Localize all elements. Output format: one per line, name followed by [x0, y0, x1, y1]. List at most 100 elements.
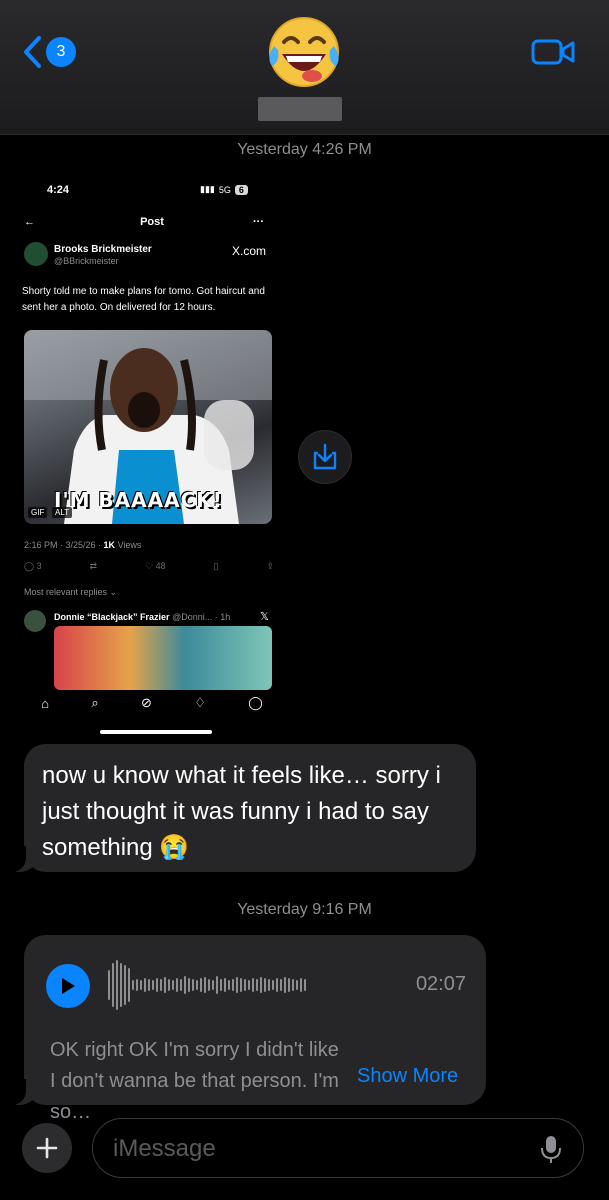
message-icon: ◯: [248, 695, 263, 710]
waveform-bar: [268, 979, 270, 991]
unread-count-badge: 3: [46, 37, 76, 67]
share-icon: ⇪: [266, 561, 274, 571]
waveform-bar: [300, 978, 302, 992]
reply-icon: ◯ 3: [24, 561, 42, 571]
message-input-field[interactable]: [92, 1118, 584, 1178]
waveform-bar: [124, 965, 126, 1005]
waveform-bar: [156, 978, 158, 992]
home-indicator: [100, 730, 212, 734]
replies-header: Most relevant replies ⌄: [24, 587, 118, 597]
show-more-link[interactable]: Show More: [357, 1065, 458, 1088]
waveform-bar: [140, 980, 142, 990]
waveform-bar: [204, 977, 206, 993]
waveform-bar: [272, 980, 274, 990]
video-call-icon[interactable]: [530, 36, 576, 68]
chevron-left-icon: [24, 36, 41, 68]
waveform-bar: [188, 978, 190, 992]
voice-duration: 02:07: [415, 973, 466, 995]
post-actions: ◯ 3 ⇄ ♡ 48 ▯ ⇪: [24, 561, 274, 572]
back-button[interactable]: 3: [22, 32, 82, 72]
search-icon: ⌕: [91, 695, 99, 710]
microphone-icon[interactable]: [539, 1134, 563, 1164]
reply-image: [54, 626, 272, 690]
waveform-bar: [108, 970, 110, 1000]
waveform-bar: [304, 979, 306, 991]
waveform-bar: [252, 978, 254, 992]
contact-avatar[interactable]: [262, 12, 346, 88]
waveform-bar: [176, 978, 178, 992]
waveform-bar: [264, 978, 266, 992]
waveform-bar: [212, 980, 214, 990]
waveform-bar: [160, 979, 162, 991]
message-timestamp: Yesterday 4:26 PM: [237, 141, 372, 158]
author-avatar: [24, 242, 48, 266]
waveform-bar: [224, 978, 226, 992]
save-image-button[interactable]: [298, 430, 352, 484]
incoming-message-bubble[interactable]: now u know what it feels like… sorry i j…: [24, 744, 476, 872]
waveform-bar: [280, 979, 282, 991]
waveform-bar: [284, 977, 286, 993]
play-button[interactable]: [46, 964, 90, 1008]
waveform-bar: [148, 979, 150, 991]
waveform-bar: [152, 980, 154, 990]
alt-tag: ALT: [52, 507, 73, 518]
waveform-bar: [192, 979, 194, 991]
play-icon: [62, 978, 75, 994]
contact-name-redacted[interactable]: [258, 97, 342, 121]
waveform-bar: [132, 980, 134, 990]
waveform-bar: [164, 977, 166, 993]
waveform-bar: [296, 980, 298, 990]
imessage-input[interactable]: [113, 1131, 513, 1167]
battery-icon: 6: [234, 184, 248, 195]
like-icon: ♡ 48: [145, 561, 166, 571]
voice-transcript: OK right OK I'm sorry I didn't like I do…: [50, 1039, 339, 1123]
waveform-bar: [200, 978, 202, 992]
waveform-bar: [168, 979, 170, 991]
home-icon: ⌂: [41, 695, 50, 711]
gif-image: I'M BAAAACK! GIF ALT: [24, 330, 272, 524]
voice-message-bubble: 02:07 OK right OK I'm sorry I didn't lik…: [24, 935, 486, 1123]
waveform-bar: [260, 977, 262, 993]
waveform-bar: [196, 980, 198, 990]
screenshot-attachment[interactable]: 4:24 ▮▮▮ 5G 6 ← Post ··· Brooks Brickmei…: [20, 170, 284, 740]
waveform-bar: [136, 979, 138, 991]
post-nav: ← Post ···: [24, 216, 264, 228]
waveform-bar: [144, 978, 146, 992]
x-tab-bar: ⌂ ⌕ ⊘ ♢ ◯: [20, 690, 284, 716]
waveform-bar: [292, 979, 294, 991]
audio-waveform[interactable]: [108, 957, 408, 1013]
post-author: Brooks Brickmeister @BBrickmeister X.com: [24, 242, 274, 272]
waveform-bar: [216, 976, 218, 994]
waveform-bar: [244, 979, 246, 991]
waveform-bar: [172, 980, 174, 990]
grok-icon: ⊘: [141, 695, 152, 710]
waveform-bar: [256, 979, 258, 991]
download-icon: [313, 443, 337, 470]
waveform-bar: [288, 978, 290, 992]
waveform-bar: [180, 979, 182, 991]
waveform-bar: [128, 968, 130, 1002]
reply-avatar: [24, 610, 46, 632]
plus-icon: [36, 1137, 58, 1159]
more-icon: ···: [253, 216, 264, 228]
post-meta: 2:16 PM · 3/25/26 · 1K Views: [24, 540, 142, 550]
waveform-bar: [240, 978, 242, 992]
bell-icon: ♢: [194, 695, 206, 710]
waveform-bar: [236, 977, 238, 993]
repost-icon: ⇄: [89, 561, 98, 571]
waveform-bar: [116, 960, 118, 1010]
add-attachment-button[interactable]: [22, 1123, 72, 1173]
signal-icon: ▮▮▮: [200, 184, 215, 194]
gif-tag: GIF: [28, 507, 48, 518]
post-text: Shorty told me to make plans for tomo. G…: [22, 286, 265, 313]
waveform-bar: [232, 979, 234, 991]
waveform-bar: [184, 976, 186, 994]
waveform-bar: [220, 979, 222, 991]
x-logo-icon: 𝕏: [260, 611, 269, 623]
gif-caption: I'M BAAAACK!: [54, 488, 223, 512]
waveform-bar: [112, 963, 114, 1007]
message-timestamp: Yesterday 9:16 PM: [237, 901, 372, 918]
waveform-bar: [276, 978, 278, 992]
waveform-bar: [120, 963, 122, 1007]
waveform-bar: [248, 980, 250, 990]
